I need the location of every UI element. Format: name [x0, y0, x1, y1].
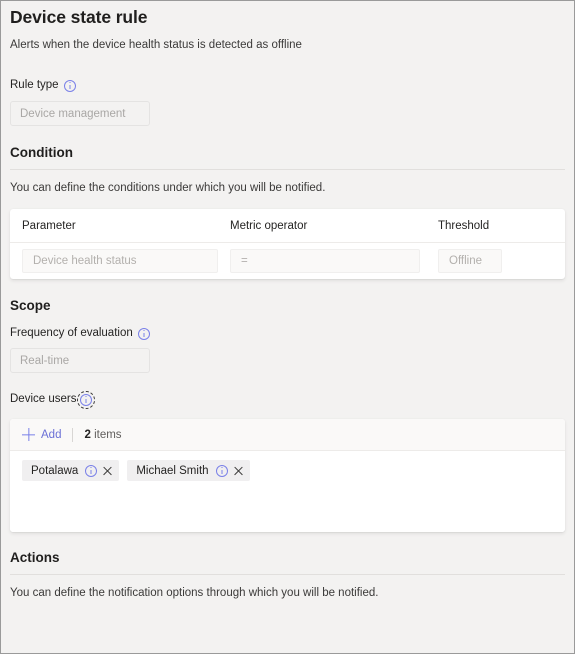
list-item[interactable]: Michael Smith	[127, 460, 250, 481]
parameter-cell: Device health status	[22, 249, 230, 273]
condition-table: Parameter Metric operator Threshold Devi…	[10, 209, 565, 279]
scope-section-title: Scope	[10, 298, 51, 313]
user-chip-name: Potalawa	[31, 464, 79, 477]
column-header-metric-operator: Metric operator	[230, 219, 308, 232]
page-title: Device state rule	[10, 7, 148, 27]
frequency-of-evaluation-label: Frequency of evaluation	[10, 315, 565, 341]
plus-icon	[22, 428, 35, 441]
add-button-label: Add	[41, 428, 62, 441]
frequency-of-evaluation-input[interactable]: Real-time	[10, 348, 150, 373]
device-users-toolbar: Add 2 items	[10, 419, 565, 451]
condition-section: Condition You can define the conditions …	[10, 144, 565, 279]
rule-type-label-text: Rule type	[10, 79, 59, 91]
device-state-rule-page: Device state rule Alerts when the device…	[0, 0, 575, 654]
parameter-input[interactable]: Device health status	[22, 249, 218, 273]
info-icon[interactable]	[215, 464, 228, 477]
rule-type-input[interactable]: Device management	[10, 101, 150, 126]
condition-description: You can define the conditions under whic…	[10, 182, 326, 194]
actions-description: You can define the notification options …	[10, 587, 379, 599]
column-header-threshold: Threshold	[438, 219, 490, 232]
threshold-cell: Offline	[438, 249, 553, 273]
device-users-panel: Add 2 items Potalawa Michael Smith	[10, 419, 565, 532]
user-chip-name: Michael Smith	[136, 464, 209, 477]
device-users-list: Potalawa Michael Smith	[10, 451, 565, 532]
toolbar-divider	[72, 427, 74, 442]
close-icon[interactable]	[233, 466, 243, 476]
info-icon[interactable]	[77, 390, 96, 409]
frequency-label-text: Frequency of evaluation	[10, 327, 133, 339]
info-icon[interactable]	[85, 464, 98, 477]
scope-section: Scope Frequency of evaluation Real-time …	[10, 297, 565, 532]
device-users-label: Device users	[10, 373, 565, 409]
rule-type-label: Rule type	[10, 78, 565, 93]
threshold-input[interactable]: Offline	[438, 249, 502, 273]
condition-section-title: Condition	[10, 145, 73, 160]
items-count-number: 2	[84, 428, 91, 441]
info-icon[interactable]	[137, 327, 150, 340]
items-count-label: items	[94, 428, 122, 441]
actions-section-title: Actions	[10, 550, 60, 565]
list-item[interactable]: Potalawa	[22, 460, 120, 481]
page-subtitle: Alerts when the device health status is …	[10, 39, 302, 51]
table-row: Device health status = Offline	[10, 243, 565, 279]
actions-section: Actions You can define the notification …	[10, 549, 565, 601]
add-user-button[interactable]: Add	[22, 428, 61, 441]
items-count: 2 items	[84, 429, 121, 441]
info-icon[interactable]	[63, 79, 76, 92]
close-icon[interactable]	[102, 466, 112, 476]
metric-operator-cell: =	[230, 249, 438, 273]
metric-operator-input[interactable]: =	[230, 249, 420, 273]
column-header-parameter: Parameter	[22, 219, 76, 232]
condition-table-header: Parameter Metric operator Threshold	[10, 209, 565, 243]
device-users-label-text: Device users	[10, 393, 77, 405]
